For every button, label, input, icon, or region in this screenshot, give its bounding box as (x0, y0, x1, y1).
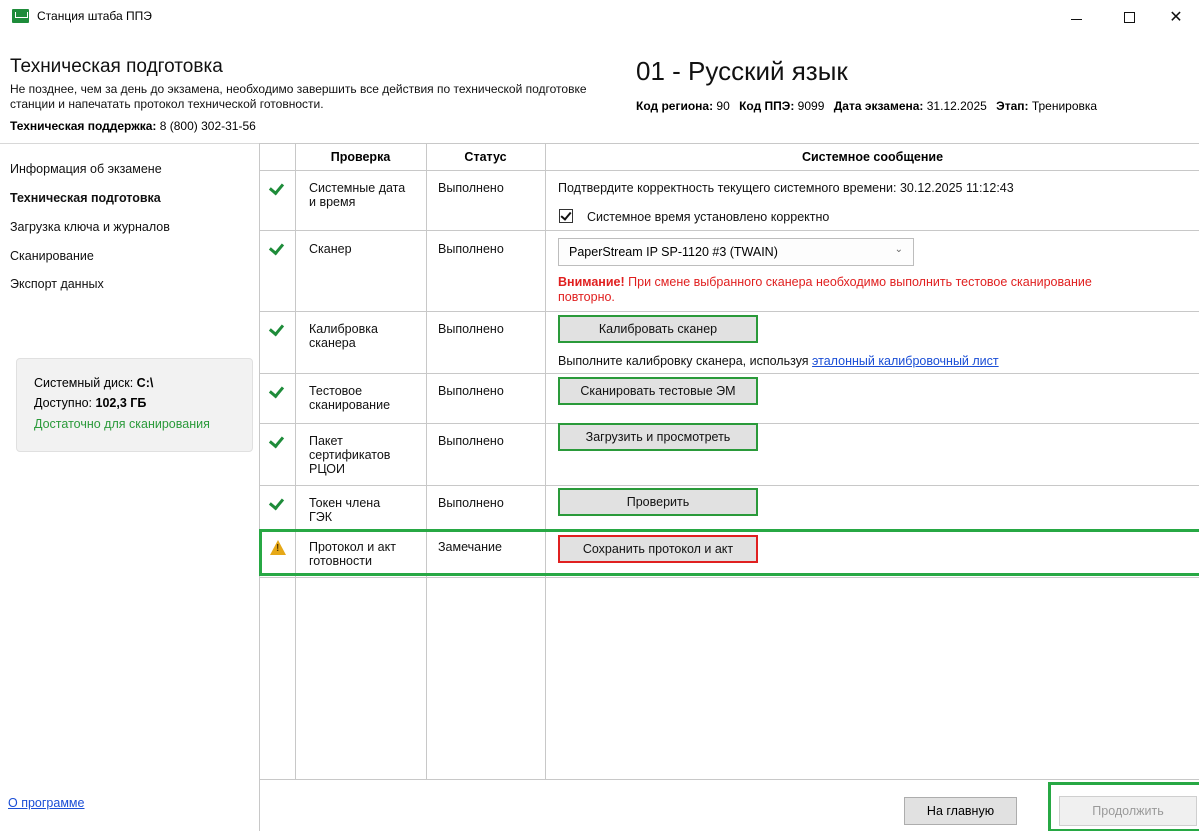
check-icon (270, 495, 284, 509)
minimize-button[interactable] (1053, 0, 1099, 34)
ppe-label: Код ППЭ: (739, 99, 795, 113)
check-icon (270, 433, 284, 447)
support-info: Техническая поддержка: 8 (800) 302-31-56 (10, 119, 256, 133)
row-check-name: Системные дата и время (309, 181, 406, 209)
calibrate-hint: Выполните калибровку сканера, используя … (558, 354, 999, 368)
date-value: 31.12.2025 (923, 99, 987, 113)
exam-subject: 01 - Русский язык (636, 56, 848, 86)
support-phone: 8 (800) 302-31-56 (156, 119, 256, 133)
region-label: Код региона: (636, 99, 714, 113)
page-title: Техническая подготовка (10, 56, 223, 77)
stage-label: Этап: (996, 99, 1029, 113)
header-status: Статус (464, 150, 507, 164)
check-icon (270, 180, 284, 194)
scanner-warning-text: При смене выбранного сканера необходимо … (558, 275, 1092, 304)
app-icon (12, 9, 29, 23)
page-description: Не позднее, чем за день до экзамена, нео… (10, 82, 587, 111)
sidebar-item-tech-prep[interactable]: Техническая подготовка (10, 191, 161, 205)
verify-token-button[interactable]: Проверить (558, 488, 758, 516)
scanner-select[interactable]: PaperStream IP SP-1120 #3 (TWAIN) ⌄ (558, 238, 914, 266)
check-icon (270, 383, 284, 397)
date-label: Дата экзамена: (833, 99, 924, 113)
time-correct-label: Системное время установлено корректно (587, 210, 830, 224)
chevron-down-icon: ⌄ (894, 244, 903, 255)
disk-free-value: 102,3 ГБ (92, 396, 147, 410)
disk-free: Доступно: 102,3 ГБ (34, 396, 146, 410)
maximize-icon (1123, 11, 1135, 23)
row-check-name: Пакет сертификатов РЦОИ (309, 434, 391, 476)
exam-meta: Код региона: 90 Код ППЭ: 9099 Дата экзам… (636, 99, 1199, 113)
calibrate-scanner-button[interactable]: Калибровать сканер (558, 315, 758, 343)
disk-value: C:\ (133, 376, 154, 390)
title-bar: Станция штаба ППЭ ✕ (0, 0, 1199, 34)
row-check-name: Сканер (309, 242, 352, 256)
sidebar-item-key-load[interactable]: Загрузка ключа и журналов (10, 220, 170, 234)
footer-bar: На главную Продолжить (259, 779, 1199, 831)
row-check-name: Токен члена ГЭК (309, 496, 381, 524)
row-status: Выполнено (438, 181, 504, 195)
scanner-warning: Внимание! При смене выбранного сканера н… (558, 275, 1098, 305)
row-status: Выполнено (438, 384, 504, 398)
close-button[interactable]: ✕ (1153, 0, 1199, 34)
disk-free-label: Доступно: (34, 396, 93, 410)
sidebar-item-scanning[interactable]: Сканирование (10, 249, 94, 263)
close-icon: ✕ (1169, 9, 1183, 26)
row-check-name: Тестовое сканирование (309, 384, 391, 412)
continue-button[interactable]: Продолжить (1059, 796, 1197, 826)
maximize-button[interactable] (1106, 0, 1152, 34)
about-link[interactable]: О программе (8, 796, 84, 810)
row-status: Выполнено (438, 322, 504, 336)
scanner-select-value: PaperStream IP SP-1120 #3 (TWAIN) (569, 245, 778, 259)
row-status: Выполнено (438, 434, 504, 448)
sidebar-item-export[interactable]: Экспорт данных (10, 277, 104, 291)
load-certs-button[interactable]: Загрузить и просмотреть (558, 423, 758, 451)
region-value: 90 (713, 99, 730, 113)
support-label: Техническая поддержка: (10, 119, 157, 133)
row-status: Выполнено (438, 496, 504, 510)
row-status: Выполнено (438, 242, 504, 256)
checks-table: Проверка Статус Системное сообщение Сист… (259, 143, 1199, 780)
disk-info-panel: Системный диск: C:\ Доступно: 102,3 ГБ Д… (16, 358, 253, 452)
check-icon (270, 321, 284, 335)
disk-name: Системный диск: C:\ (34, 376, 153, 390)
calibrate-text: Выполните калибровку сканера, используя (558, 354, 813, 368)
disk-label: Системный диск: (34, 376, 134, 390)
header-message: Системное сообщение (801, 150, 944, 164)
disk-status: Достаточно для сканирования (34, 417, 210, 431)
minimize-icon (1070, 18, 1082, 20)
header-check: Проверка (330, 150, 391, 164)
home-button[interactable]: На главную (904, 797, 1017, 825)
scanner-warning-bold: Внимание! (558, 275, 625, 289)
scan-test-button[interactable]: Сканировать тестовые ЭМ (558, 377, 758, 405)
time-correct-checkbox[interactable] (559, 209, 573, 223)
calibration-sheet-link[interactable]: эталонный калибровочный лист (812, 354, 999, 368)
ppe-value: 9099 (794, 99, 825, 113)
time-message: Подтвердите корректность текущего систем… (558, 181, 1014, 195)
stage-value: Тренировка (1028, 99, 1098, 113)
window-title: Станция штаба ППЭ (37, 9, 152, 23)
highlighted-row-frame (259, 529, 1199, 576)
row-check-name: Калибровка сканера (309, 322, 378, 350)
sidebar-item-exam-info[interactable]: Информация об экзамене (10, 162, 162, 176)
check-icon (270, 240, 284, 254)
sidebar: Информация об экзамене Техническая подго… (0, 143, 259, 831)
continue-highlight-frame: Продолжить (1048, 782, 1199, 831)
